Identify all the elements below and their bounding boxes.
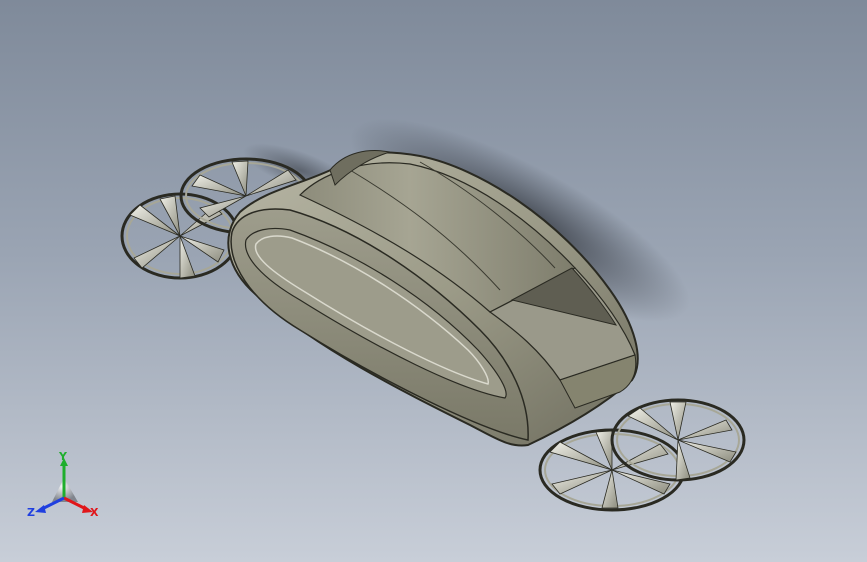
- z-axis-label: Z: [27, 506, 35, 519]
- rotor-front-right[interactable]: [610, 398, 746, 482]
- 3d-model-view[interactable]: [0, 0, 867, 562]
- x-axis-label: X: [90, 506, 99, 519]
- orientation-triad[interactable]: Y X Z: [24, 448, 104, 528]
- y-axis-label: Y: [58, 450, 68, 463]
- cad-graphics-viewport[interactable]: Y X Z: [0, 0, 867, 562]
